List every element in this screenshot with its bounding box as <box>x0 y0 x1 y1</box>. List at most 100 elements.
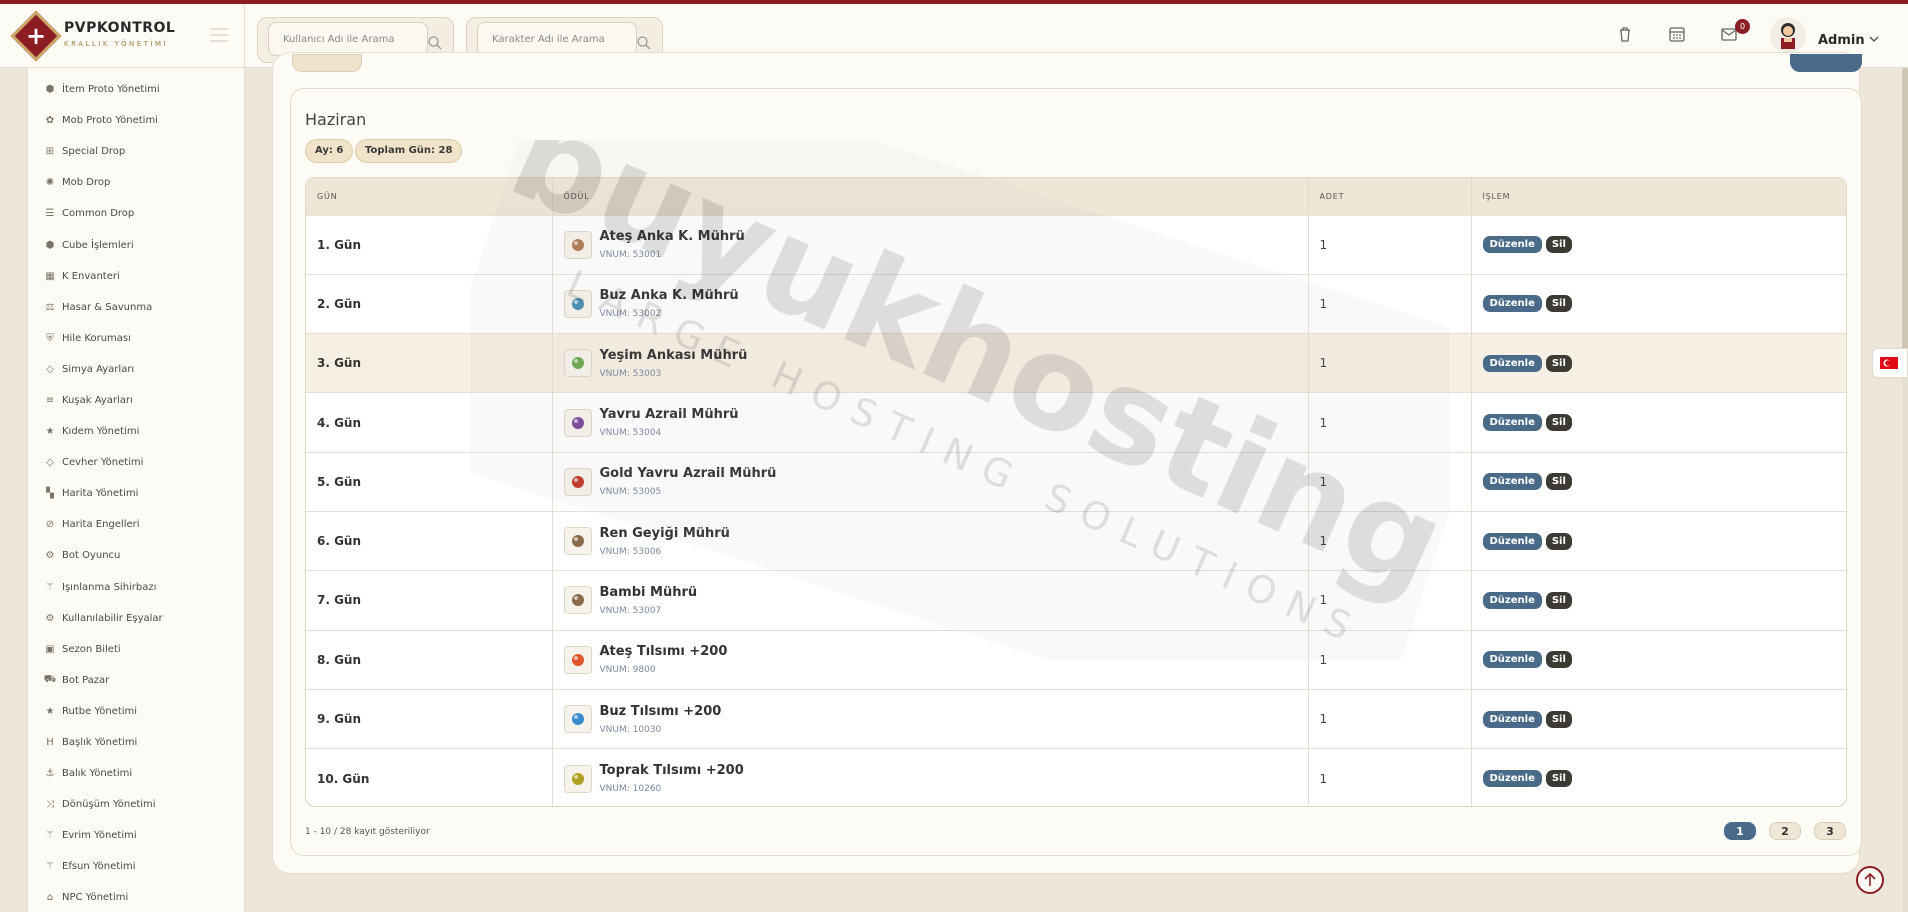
sidebar-item-label: Harita Engelleri <box>62 519 140 531</box>
quantity-cell: 1 <box>1319 652 1328 667</box>
table-row[interactable]: 1. Gün Ateş Anka K. Mührü VNUM: 53001 1 Düze… <box>306 215 1846 275</box>
edit-button[interactable]: Düzenle <box>1482 710 1542 728</box>
sidebar-item[interactable]: H Başlık Yönetimi <box>28 727 244 758</box>
reward-cell: Buz Anka K. Mührü VNUM: 53002 <box>563 288 1308 319</box>
table-row[interactable]: 7. Gün Bambi Mührü VNUM: 53007 1 Düzenle Sil <box>306 570 1846 631</box>
sidebar-item[interactable]: ≡ Kuşak Ayarları <box>28 385 244 416</box>
table-row[interactable]: 4. Gün Yavru Azrail Mührü VNUM: 53004 1 Düze… <box>306 392 1846 453</box>
heading-icon: H <box>46 737 54 749</box>
sidebar-item[interactable]: ⊘ Harita Engelleri <box>28 509 244 540</box>
user-search-input[interactable] <box>268 22 428 56</box>
delete-button[interactable]: Sil <box>1545 591 1572 609</box>
item-icon <box>563 408 592 437</box>
table-row[interactable]: 10. Gün Toprak Tılsımı +200 VNUM: 10260 1 Dü… <box>306 748 1846 806</box>
reward-vnum: VNUM: 53006 <box>599 546 662 557</box>
paw-icon: ✿ <box>45 115 55 127</box>
sidebar-item-label: Cube İşlemleri <box>62 239 134 251</box>
search-icon[interactable] <box>427 35 443 51</box>
search-icon[interactable] <box>636 35 652 51</box>
sidebar-item[interactable]: ⬢ Cube İşlemleri <box>28 229 244 260</box>
table-row[interactable]: 8. Gün Ateş Tılsımı +200 VNUM: 9800 1 Düzenl… <box>306 630 1846 690</box>
collapsed-chip[interactable] <box>292 54 362 72</box>
sidebar-item[interactable]: ⚚ Işınlanma Sihirbazı <box>28 572 244 603</box>
sidebar-item[interactable]: ▦ K Envanteri <box>28 261 244 292</box>
sidebar-item[interactable]: ⚚ Efsun Yönetimi <box>28 851 244 882</box>
sidebar-item-label: Mob Proto Yönetimi <box>62 115 158 127</box>
chevron-down-icon[interactable] <box>1868 33 1880 45</box>
edit-button[interactable]: Düzenle <box>1482 236 1542 254</box>
wand-icon: ⚚ <box>45 830 55 842</box>
edit-button[interactable]: Düzenle <box>1482 770 1542 788</box>
sidebar-item[interactable]: ⚖ Hasar & Savunma <box>28 292 244 323</box>
item-icon <box>563 764 592 793</box>
item-icon <box>563 527 592 556</box>
column-header-action[interactable]: İŞLEM <box>1471 178 1846 215</box>
page-button[interactable]: 3 <box>1814 822 1846 840</box>
page-button[interactable]: 1 <box>1724 822 1756 840</box>
menu-toggle-icon[interactable] <box>210 28 228 42</box>
sidebar-item-label: Evrim Yönetimi <box>62 830 137 842</box>
sidebar-item[interactable]: ◇ Simya Ayarları <box>28 354 244 385</box>
column-header-reward[interactable]: ÖDÜL <box>552 178 1309 215</box>
user-name[interactable]: Admin <box>1818 33 1865 48</box>
sidebar-item[interactable]: ⤨ Dönüşüm Yönetimi <box>28 789 244 820</box>
quantity-cell: 1 <box>1319 474 1328 489</box>
sidebar-item[interactable]: ★ Rutbe Yönetimi <box>28 696 244 727</box>
sidebar-item[interactable]: ⬢ İtem Proto Yönetimi <box>28 74 244 105</box>
edit-button[interactable]: Düzenle <box>1482 591 1542 609</box>
sidebar-item-label: Sezon Bileti <box>62 643 121 655</box>
collapsed-action-button[interactable] <box>1790 54 1862 72</box>
sidebar-item[interactable]: ▣ Sezon Bileti <box>28 634 244 665</box>
sidebar-item[interactable]: ⚙ Bot Oyuncu <box>28 540 244 571</box>
delete-button[interactable]: Sil <box>1545 532 1572 550</box>
avatar[interactable] <box>1770 17 1806 53</box>
sidebar-item[interactable]: ◇ Cevher Yönetimi <box>28 447 244 478</box>
sidebar-item[interactable]: ☰ Common Drop <box>28 198 244 229</box>
brand[interactable]: + PVPKONTROL KRALLIK YÖNETİMİ <box>0 4 245 68</box>
sidebar-item[interactable]: ⚓ Balık Yönetimi <box>28 758 244 789</box>
table-row[interactable]: 5. Gün Gold Yavru Azrail Mührü VNUM: 53005… <box>306 452 1846 512</box>
sidebar-item[interactable]: ⚚ Evrim Yönetimi <box>28 820 244 851</box>
delete-button[interactable]: Sil <box>1545 473 1572 491</box>
delete-button[interactable]: Sil <box>1545 236 1572 254</box>
table-row[interactable]: 2. Gün Buz Anka K. Mührü VNUM: 53002 1 Düzen… <box>306 274 1846 334</box>
sidebar-item[interactable]: ★ Kıdem Yönetimi <box>28 416 244 447</box>
trash-icon[interactable] <box>1615 24 1635 44</box>
edit-button[interactable]: Düzenle <box>1482 473 1542 491</box>
scrollbar-thumb[interactable] <box>1902 68 1908 368</box>
language-flag-tab[interactable] <box>1872 348 1908 378</box>
edit-button[interactable]: Düzenle <box>1482 651 1542 669</box>
column-header-day[interactable]: GÜN <box>306 178 553 215</box>
character-search-input[interactable] <box>477 22 637 56</box>
edit-button[interactable]: Düzenle <box>1482 532 1542 550</box>
delete-button[interactable]: Sil <box>1545 354 1572 372</box>
delete-button[interactable]: Sil <box>1545 651 1572 669</box>
delete-button[interactable]: Sil <box>1545 295 1572 313</box>
sidebar-item[interactable]: ✿ Mob Proto Yönetimi <box>28 105 244 136</box>
quantity-cell: 1 <box>1319 593 1328 608</box>
sidebar-item[interactable]: ⊞ Special Drop <box>28 136 244 167</box>
delete-button[interactable]: Sil <box>1545 710 1572 728</box>
edit-button[interactable]: Düzenle <box>1482 295 1542 313</box>
scroll-to-top-button[interactable] <box>1856 866 1884 894</box>
reward-vnum: VNUM: 10030 <box>599 724 662 735</box>
sidebar-item[interactable]: ⚙ Kullanılabilir Eşyalar <box>28 603 244 634</box>
calendar-icon[interactable] <box>1667 24 1687 44</box>
table-row[interactable]: 6. Gün Ren Geyiği Mührü VNUM: 53006 1 Düzenl… <box>306 511 1846 571</box>
table-header-row: GÜN ÖDÜL ADET İŞLEM <box>306 178 1846 215</box>
edit-button[interactable]: Düzenle <box>1482 414 1542 432</box>
sidebar-item[interactable]: ✺ Mob Drop <box>28 167 244 198</box>
sidebar-item[interactable]: ▚ Harita Yönetimi <box>28 478 244 509</box>
table-row[interactable]: 9. Gün Buz Tılsımı +200 VNUM: 10030 1 Düzenl… <box>306 689 1846 749</box>
edit-button[interactable]: Düzenle <box>1482 354 1542 372</box>
diamond-icon: ◇ <box>46 457 54 469</box>
page-button[interactable]: 2 <box>1769 822 1801 840</box>
table-row[interactable]: 3. Gün Yeşim Ankası Mührü VNUM: 53003 1 Düze… <box>306 333 1846 393</box>
sidebar-item-label: Kuşak Ayarları <box>62 394 133 406</box>
delete-button[interactable]: Sil <box>1545 770 1572 788</box>
sidebar-item[interactable]: ⛨ Hile Koruması <box>28 323 244 354</box>
column-header-quantity[interactable]: ADET <box>1308 178 1472 215</box>
sidebar-item[interactable]: ⛟ Bot Pazar <box>28 665 244 696</box>
delete-button[interactable]: Sil <box>1545 414 1572 432</box>
sidebar-item[interactable]: ⌂ NPC Yönetimi <box>28 882 244 912</box>
